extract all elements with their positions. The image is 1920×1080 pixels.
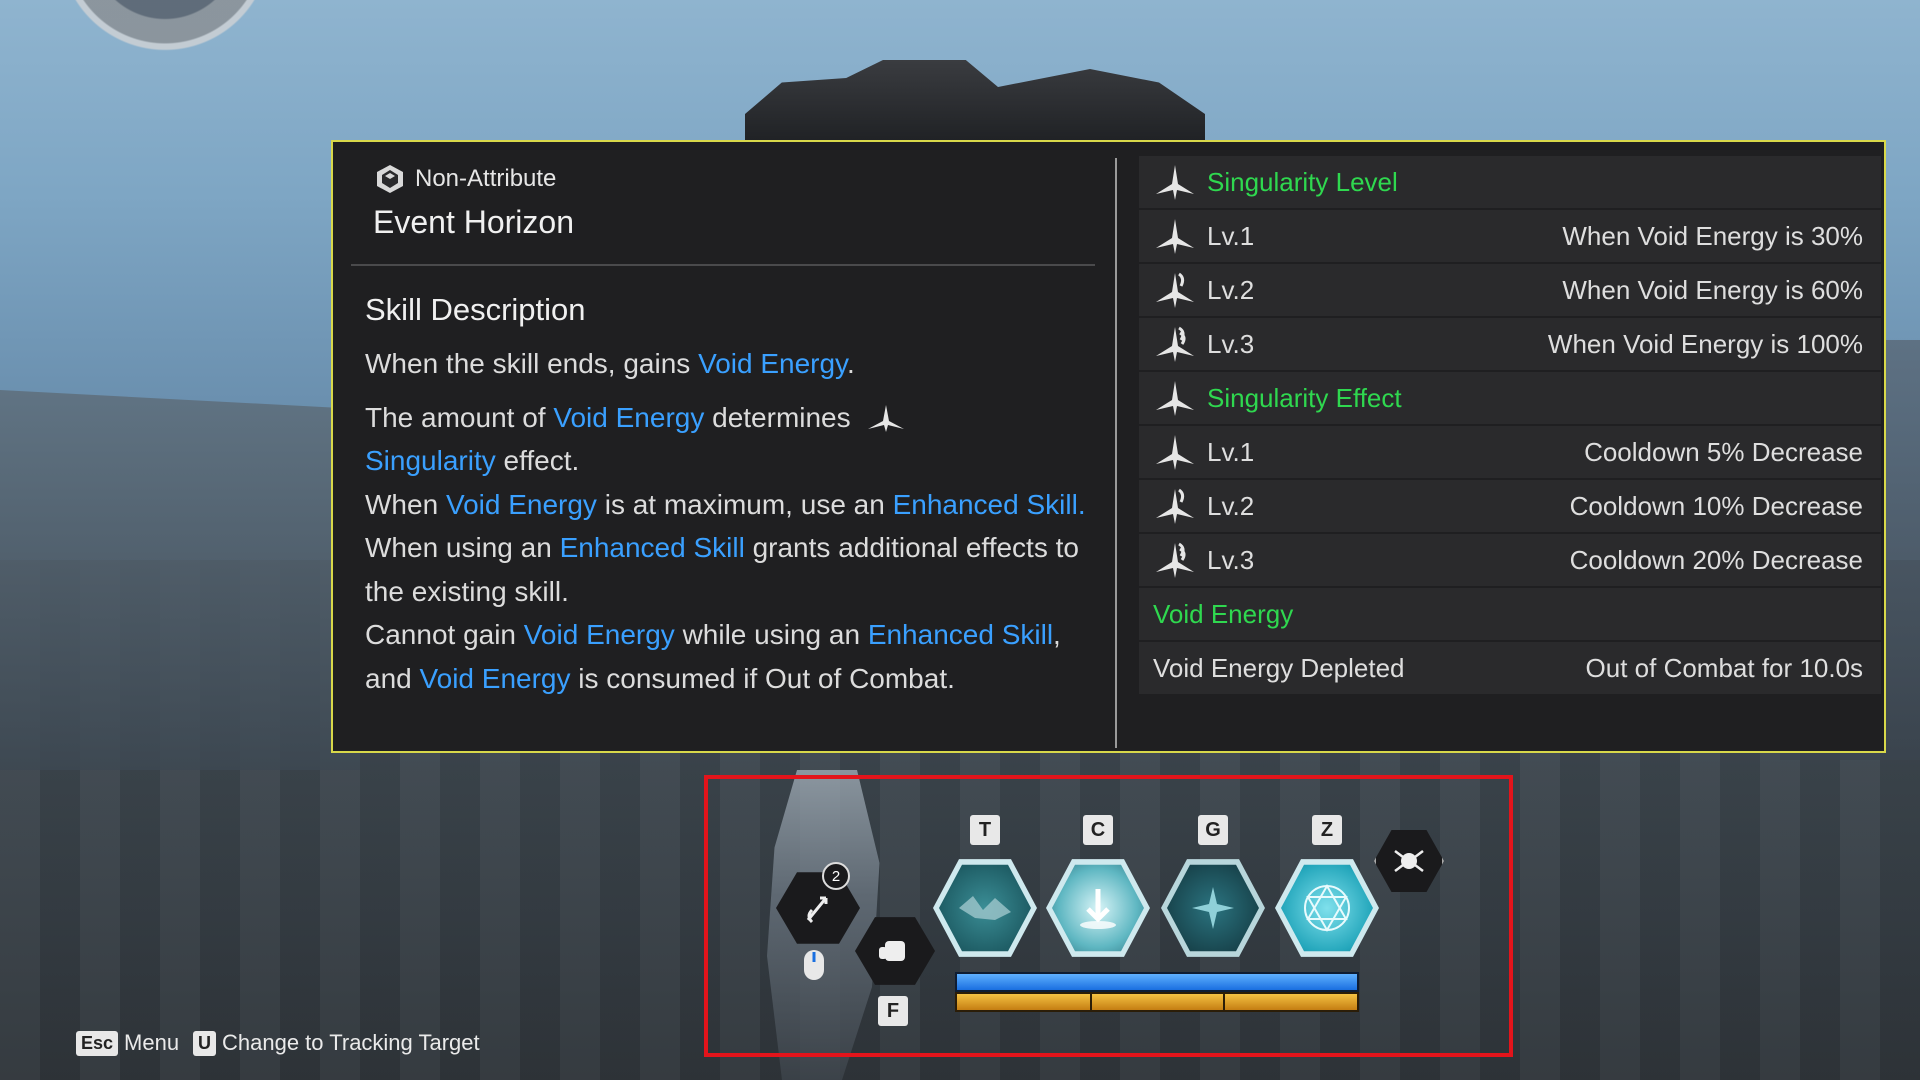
description-title: Skill Description — [365, 292, 586, 327]
singularity-level-row: Lv.2 When Void Energy is 60% — [1139, 264, 1881, 316]
skill-z-face — [1281, 864, 1373, 952]
keyword-void-energy: Void Energy — [553, 401, 705, 433]
key-t: T — [970, 815, 1000, 845]
header-divider — [351, 264, 1095, 266]
shard-icon — [959, 896, 1011, 920]
pane-divider — [1115, 158, 1117, 748]
desc-paragraph-2: The amount of Void Energy determines Sin… — [365, 401, 1086, 694]
singularity-lv1-icon — [1156, 435, 1194, 470]
singularity-effect-row: Lv.3 Cooldown 20% Decrease — [1139, 534, 1881, 586]
star-burst-icon — [1192, 887, 1234, 929]
key-z: Z — [1312, 815, 1342, 845]
singularity-level-row: Lv.3 When Void Energy is 100% — [1139, 318, 1881, 370]
keyword-void-energy: Void Energy — [445, 488, 597, 520]
key-f: F — [878, 996, 908, 1026]
shield-bar-segment — [1090, 994, 1092, 1010]
fist-icon — [879, 941, 905, 961]
keyword-enhanced-skill: Enhanced Skill — [559, 532, 745, 563]
void-energy-value: Out of Combat for 10.0s — [1585, 652, 1863, 683]
singularity-lv2-icon — [1156, 272, 1194, 308]
effect-level-label: Lv.1 — [1207, 436, 1255, 467]
skill-t-face — [939, 864, 1031, 952]
keyword-enhanced-skill: Enhanced Skill. — [892, 488, 1086, 520]
shield-bar-segment — [1223, 994, 1225, 1010]
keyword-void-energy: Void Energy — [523, 619, 675, 650]
attribute-label: Non-Attribute — [415, 165, 557, 192]
event-horizon-icon — [1080, 889, 1116, 929]
boss-machine — [745, 60, 1205, 150]
keyword-void-energy: Void Energy — [698, 348, 847, 379]
attribute-row: Non-Attribute — [375, 164, 556, 194]
singularity-icon — [1156, 165, 1194, 200]
effect-value: Cooldown 5% Decrease — [1584, 436, 1863, 467]
level-value: When Void Energy is 30% — [1562, 220, 1863, 251]
skill-c-face — [1052, 864, 1144, 952]
singularity-lv3-icon — [1156, 542, 1194, 578]
singularity-lv2-icon — [1156, 488, 1194, 524]
spider-mine-icon — [1394, 850, 1424, 872]
skill-name: Event Horizon — [373, 204, 574, 240]
desc-paragraph-1: When the skill ends, gains Void Energy. — [365, 348, 855, 379]
level-label: Lv.1 — [1207, 220, 1255, 251]
key-g: G — [1198, 815, 1228, 845]
keyword-singularity: Singularity — [365, 445, 496, 476]
mouse-icon — [804, 950, 824, 980]
level-label: Lv.2 — [1207, 274, 1255, 305]
shield-bar — [955, 992, 1359, 1012]
level-label: Lv.3 — [1207, 328, 1255, 359]
health-bar-fill — [957, 974, 1357, 990]
skill-tooltip: Non-Attribute Event Horizon Skill Descri… — [331, 140, 1886, 753]
level-value: When Void Energy is 100% — [1547, 328, 1863, 359]
grapple-hook-icon — [806, 896, 828, 924]
singularity-info-pane: Singularity Level Lv.1 When Void Energy … — [1139, 156, 1881, 696]
keyword-enhanced-skill: Enhanced Skill — [867, 619, 1054, 650]
health-bar — [955, 972, 1359, 992]
singularity-level-title: Singularity Level — [1207, 166, 1398, 197]
menu-hint[interactable]: Esc Menu — [76, 1030, 179, 1056]
singularity-icon — [1156, 381, 1194, 416]
esc-key: Esc — [76, 1030, 119, 1056]
tracking-target-hint[interactable]: U Change to Tracking Target — [193, 1030, 480, 1056]
keyword-void-energy: Void Energy — [419, 662, 571, 694]
singularity-lv3-icon — [1156, 326, 1194, 362]
grapple-charge-count: 2 — [822, 862, 850, 890]
void-energy-row: Void Energy Depleted Out of Combat for 1… — [1139, 642, 1881, 694]
key-c: C — [1083, 815, 1113, 845]
menu-hint-label: Menu — [124, 1030, 180, 1055]
skill-info-pane: Non-Attribute Event Horizon Skill Descri… — [333, 142, 1113, 751]
void-energy-label: Void Energy Depleted — [1153, 652, 1405, 683]
skill-g-face — [1167, 864, 1259, 952]
effect-level-label: Lv.2 — [1207, 490, 1255, 521]
singularity-effect-row: Lv.1 Cooldown 5% Decrease — [1139, 426, 1881, 478]
u-key: U — [193, 1030, 216, 1056]
void-energy-title: Void Energy — [1153, 598, 1294, 629]
effect-value: Cooldown 10% Decrease — [1569, 490, 1863, 521]
singularity-icon — [868, 404, 905, 432]
singularity-effect-title: Singularity Effect — [1207, 382, 1402, 413]
singularity-lv1-icon — [1156, 219, 1194, 254]
level-value: When Void Energy is 60% — [1562, 274, 1863, 305]
singularity-level-header: Singularity Level — [1139, 156, 1881, 208]
singularity-effect-header: Singularity Effect — [1139, 372, 1881, 424]
skill-description: When the skill ends, gains Void Energy. … — [365, 342, 1095, 700]
singularity-effect-row: Lv.2 Cooldown 10% Decrease — [1139, 480, 1881, 532]
void-energy-header: Void Energy — [1139, 588, 1881, 640]
non-attribute-icon — [377, 165, 403, 193]
ruin-structure-left — [0, 390, 360, 770]
compass-gauge — [50, 0, 280, 60]
effect-value: Cooldown 20% Decrease — [1569, 544, 1863, 575]
effect-level-label: Lv.3 — [1207, 544, 1255, 575]
tracking-target-label: Change to Tracking Target — [222, 1030, 480, 1055]
singularity-level-row: Lv.1 When Void Energy is 30% — [1139, 210, 1881, 262]
geometric-sigil-icon — [1304, 883, 1350, 933]
